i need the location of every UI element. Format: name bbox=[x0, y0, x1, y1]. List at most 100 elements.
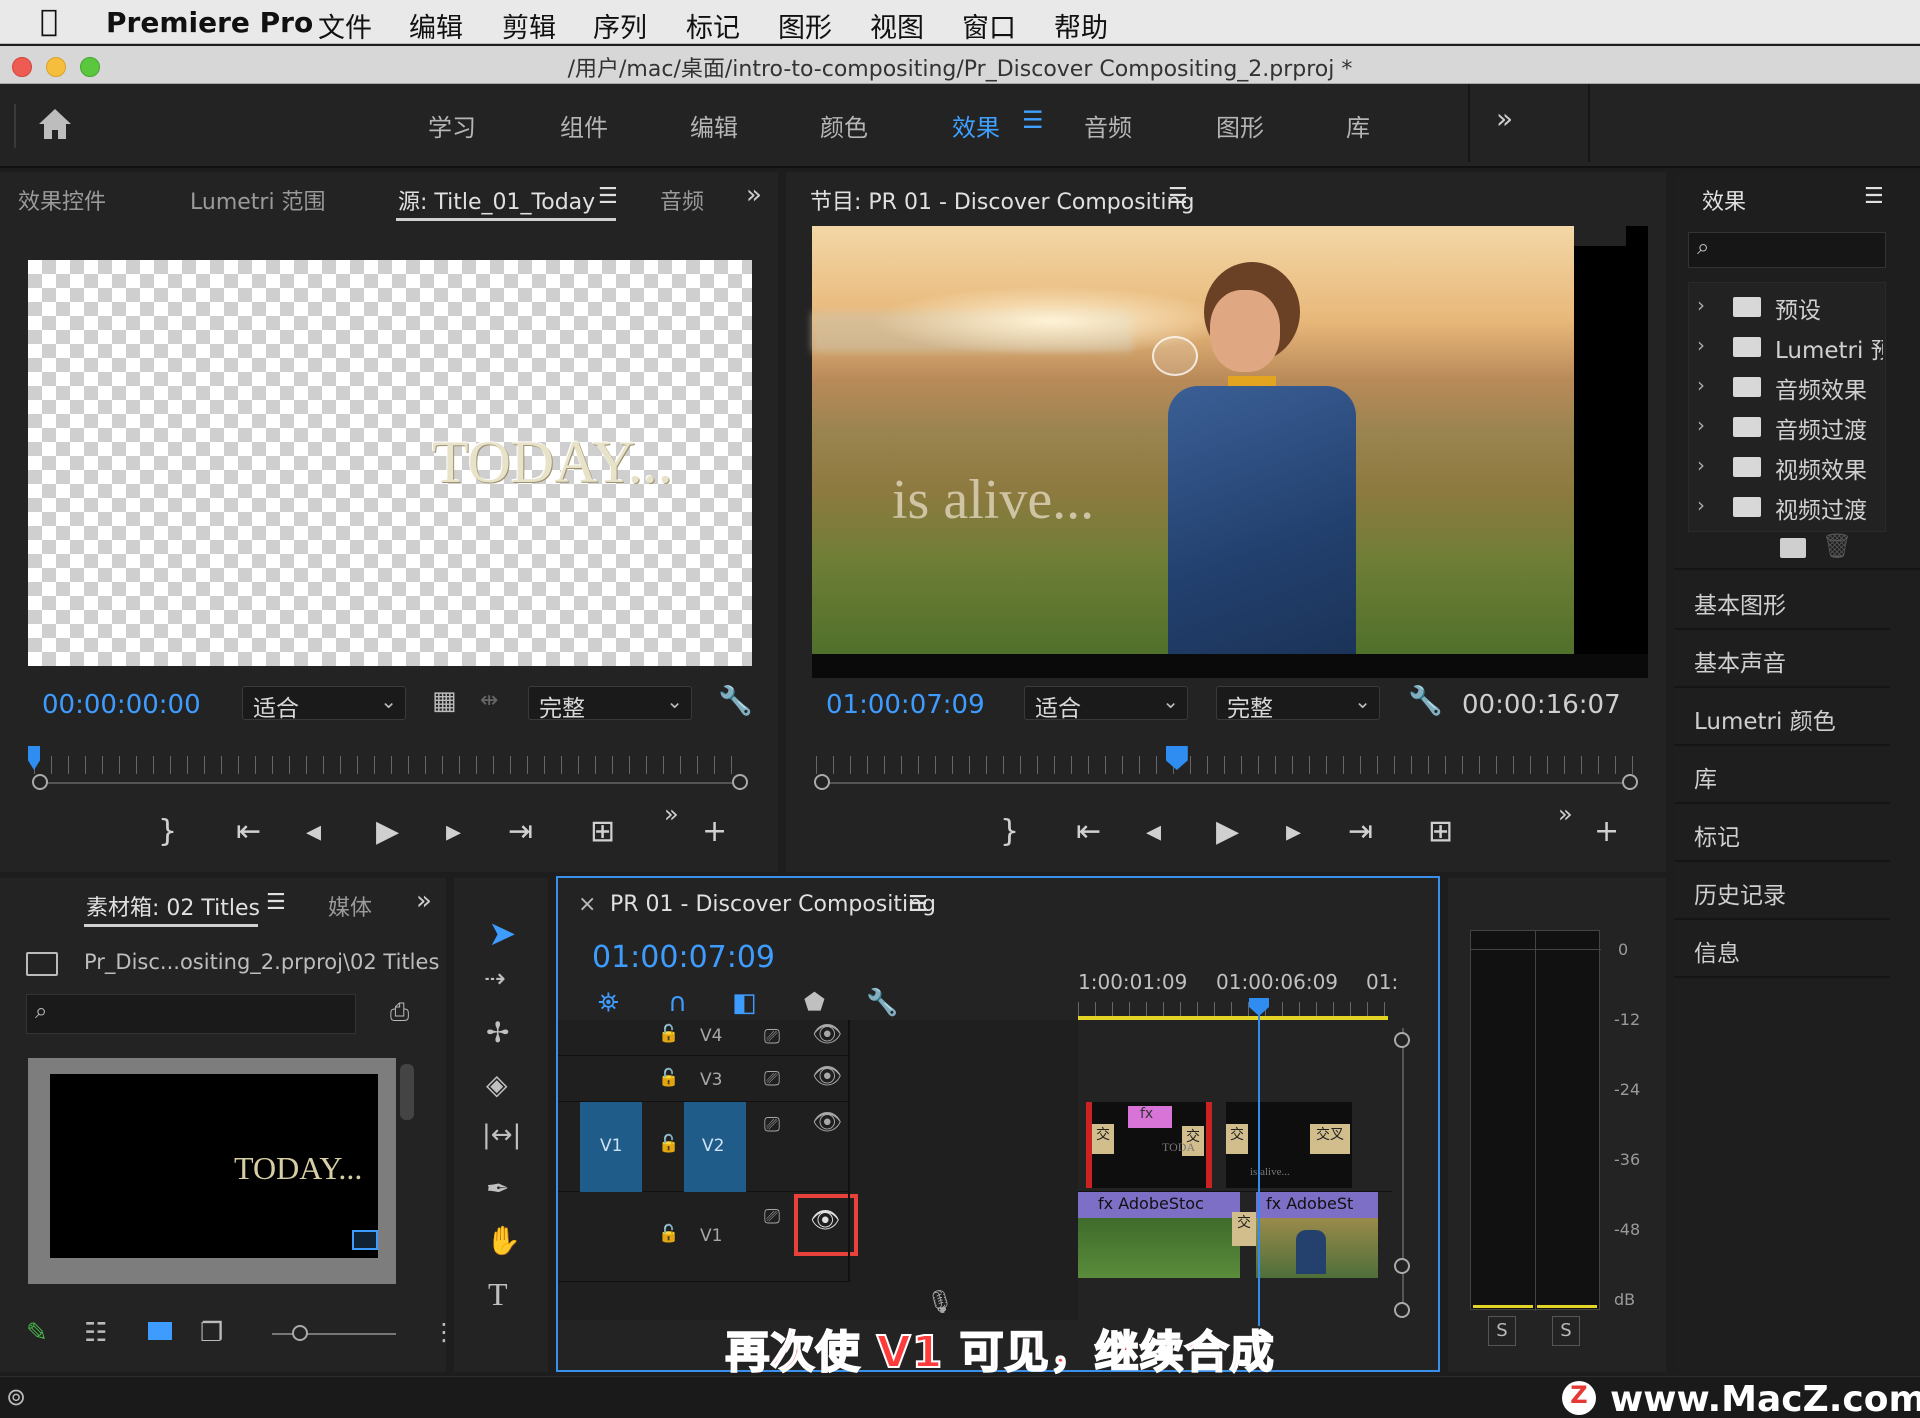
apple-icon[interactable]:  bbox=[40, 4, 58, 39]
effects-search-input[interactable]: ⌕ bbox=[1688, 232, 1886, 268]
timeline-menu-icon[interactable]: ☰ bbox=[908, 892, 928, 917]
timeline-playhead-line[interactable] bbox=[1258, 1006, 1260, 1326]
panel-libraries[interactable]: 库 bbox=[1674, 746, 1890, 804]
sync-lock-icon[interactable]: ⎚ bbox=[764, 1024, 780, 1048]
source-zoom-bar[interactable] bbox=[42, 782, 740, 784]
effects-item-lumetri-presets[interactable]: ›Lumetri 预设 bbox=[1697, 329, 1883, 367]
more-controls-button[interactable]: » bbox=[1558, 800, 1573, 828]
timeline-ruler[interactable] bbox=[1078, 1002, 1392, 1016]
effects-item-presets[interactable]: › 预设 bbox=[1697, 289, 1883, 327]
tab-media[interactable]: 媒体 bbox=[328, 890, 372, 922]
home-icon[interactable] bbox=[36, 106, 74, 142]
trash-icon[interactable]: 🗑 bbox=[1822, 532, 1852, 560]
scroll-handle[interactable] bbox=[1394, 1258, 1410, 1274]
effects-item-video-transitions[interactable]: › 视频过渡 bbox=[1697, 489, 1883, 527]
source-timecode[interactable]: 00:00:00:00 bbox=[42, 690, 201, 720]
microphone-icon[interactable]: 🎙 bbox=[926, 1290, 954, 1315]
close-tab-icon[interactable]: × bbox=[578, 892, 596, 917]
ripple-edit-tool-icon[interactable]: ✢ bbox=[486, 1016, 509, 1049]
hand-tool-icon[interactable]: ✋ bbox=[486, 1224, 521, 1257]
program-preview-frame[interactable]: is alive... bbox=[812, 226, 1648, 678]
menu-clip[interactable]: 剪辑 bbox=[502, 6, 556, 45]
effects-item-audio-transitions[interactable]: › 音频过渡 bbox=[1697, 409, 1883, 447]
menu-view[interactable]: 视图 bbox=[870, 6, 924, 45]
transition-marker[interactable]: 交 bbox=[1092, 1124, 1114, 1154]
go-to-in-icon[interactable]: ⇤ bbox=[236, 814, 261, 849]
bin-search-input[interactable]: ⌕ bbox=[26, 994, 356, 1034]
workspace-audio[interactable]: 音频 bbox=[1084, 108, 1132, 143]
wrench-icon[interactable]: 🔧 bbox=[866, 988, 898, 1018]
lift-icon[interactable]: ⊞ bbox=[1428, 814, 1453, 849]
program-panel-menu-icon[interactable]: ☰ bbox=[1168, 184, 1188, 209]
workspace-menu-icon[interactable]: ☰ bbox=[1022, 106, 1044, 134]
zoom-handle-right[interactable] bbox=[1622, 774, 1638, 790]
add-button-icon[interactable]: + bbox=[702, 814, 727, 849]
bin-up-folder-icon[interactable] bbox=[26, 952, 58, 976]
pencil-icon[interactable]: ✎ bbox=[26, 1318, 48, 1348]
go-to-out-icon[interactable]: ⇥ bbox=[1348, 814, 1373, 849]
solo-left-button[interactable]: S bbox=[1488, 1316, 1516, 1346]
panel-markers[interactable]: 标记 bbox=[1674, 804, 1890, 862]
mark-out-button[interactable]: } bbox=[158, 814, 177, 849]
eye-icon[interactable]: 👁 bbox=[812, 1062, 842, 1090]
effects-item-audio-effects[interactable]: › 音频效果 bbox=[1697, 369, 1883, 407]
menu-file[interactable]: 文件 bbox=[318, 6, 372, 45]
workspace-color[interactable]: 颜色 bbox=[820, 108, 868, 143]
sync-lock-icon[interactable]: ⎚ bbox=[764, 1066, 780, 1090]
panel-history[interactable]: 历史记录 bbox=[1674, 862, 1890, 920]
more-controls-button[interactable]: » bbox=[664, 800, 679, 828]
pen-tool-icon[interactable]: ✒ bbox=[486, 1172, 509, 1205]
step-forward-icon[interactable]: ▸ bbox=[1286, 814, 1301, 849]
menu-marker[interactable]: 标记 bbox=[686, 6, 740, 45]
panel-essential-graphics[interactable]: 基本图形 bbox=[1674, 572, 1890, 630]
tab-audio[interactable]: 音频 bbox=[660, 184, 704, 216]
lock-icon[interactable]: 🔓 bbox=[658, 1068, 679, 1088]
menu-graphics[interactable]: 图形 bbox=[778, 6, 832, 45]
lock-icon[interactable]: 🔓 bbox=[658, 1024, 679, 1044]
list-view-icon[interactable]: ☷ bbox=[84, 1318, 107, 1348]
nest-toggle-icon[interactable]: ⛯ bbox=[598, 988, 619, 1019]
source-quality-dropdown[interactable]: 完整 ⌄ bbox=[528, 686, 692, 722]
tab-lumetri-scopes[interactable]: Lumetri 范围 bbox=[190, 184, 326, 216]
go-to-out-icon[interactable]: ⇥ bbox=[508, 814, 533, 849]
type-tool-icon[interactable]: T bbox=[488, 1276, 508, 1313]
workspace-editing[interactable]: 编辑 bbox=[690, 108, 738, 143]
zoom-handle-left[interactable] bbox=[814, 774, 830, 790]
step-back-icon[interactable]: ◂ bbox=[306, 814, 321, 849]
panel-lumetri-color[interactable]: Lumetri 颜色 bbox=[1674, 688, 1890, 746]
go-to-in-icon[interactable]: ⇤ bbox=[1076, 814, 1101, 849]
program-title[interactable]: 节目: PR 01 - Discover Compositing bbox=[810, 184, 1194, 216]
transition-marker[interactable]: 交 bbox=[1232, 1212, 1256, 1246]
effects-panel-menu-icon[interactable]: ☰ bbox=[1864, 184, 1884, 209]
program-zoom-bar[interactable] bbox=[824, 782, 1628, 784]
source-preview[interactable]: TODAY... bbox=[28, 260, 752, 666]
workspace-graphics[interactable]: 图形 bbox=[1216, 108, 1264, 143]
add-button-icon[interactable]: + bbox=[1594, 814, 1619, 849]
mark-out-button[interactable]: } bbox=[1000, 814, 1019, 849]
vertical-scrollbar[interactable] bbox=[1402, 1028, 1404, 1318]
effects-item-video-effects[interactable]: › 视频效果 bbox=[1697, 449, 1883, 487]
workspace-assembly[interactable]: 组件 bbox=[560, 108, 608, 143]
insert-icon[interactable]: ⊞ bbox=[590, 814, 615, 849]
track-name-v1[interactable]: V1 bbox=[700, 1226, 722, 1246]
safe-margins-icon[interactable]: ⇹ bbox=[480, 688, 498, 713]
tab-effect-controls[interactable]: 效果控件 bbox=[18, 184, 106, 216]
snap-magnet-icon[interactable]: ∩ bbox=[668, 988, 687, 1018]
effects-panel-title[interactable]: 效果 bbox=[1702, 184, 1746, 216]
icon-view-icon[interactable] bbox=[148, 1322, 172, 1340]
app-name[interactable]: Premiere Pro bbox=[106, 6, 313, 39]
tab-bin[interactable]: 素材箱: 02 Titles bbox=[86, 890, 260, 922]
bin-thumbnail-card[interactable]: TODAY... bbox=[28, 1058, 396, 1284]
eye-icon[interactable]: 👁 bbox=[812, 1020, 842, 1048]
thumbnail-size-slider[interactable] bbox=[272, 1333, 396, 1335]
step-forward-icon[interactable]: ▸ bbox=[446, 814, 461, 849]
workspace-libraries[interactable]: 库 bbox=[1346, 108, 1370, 143]
menu-edit[interactable]: 编辑 bbox=[409, 6, 463, 45]
play-button[interactable]: ▶ bbox=[1216, 814, 1239, 849]
eye-icon[interactable]: 👁 bbox=[812, 1108, 842, 1136]
wrench-icon[interactable]: 🔧 bbox=[718, 684, 753, 717]
more-workspaces-button[interactable]: » bbox=[1496, 102, 1513, 135]
lock-icon[interactable]: 🔓 bbox=[658, 1134, 679, 1154]
film-strip-icon[interactable]: ▦ bbox=[432, 686, 457, 716]
panel-menu-icon[interactable]: ⋮ bbox=[432, 1318, 456, 1346]
